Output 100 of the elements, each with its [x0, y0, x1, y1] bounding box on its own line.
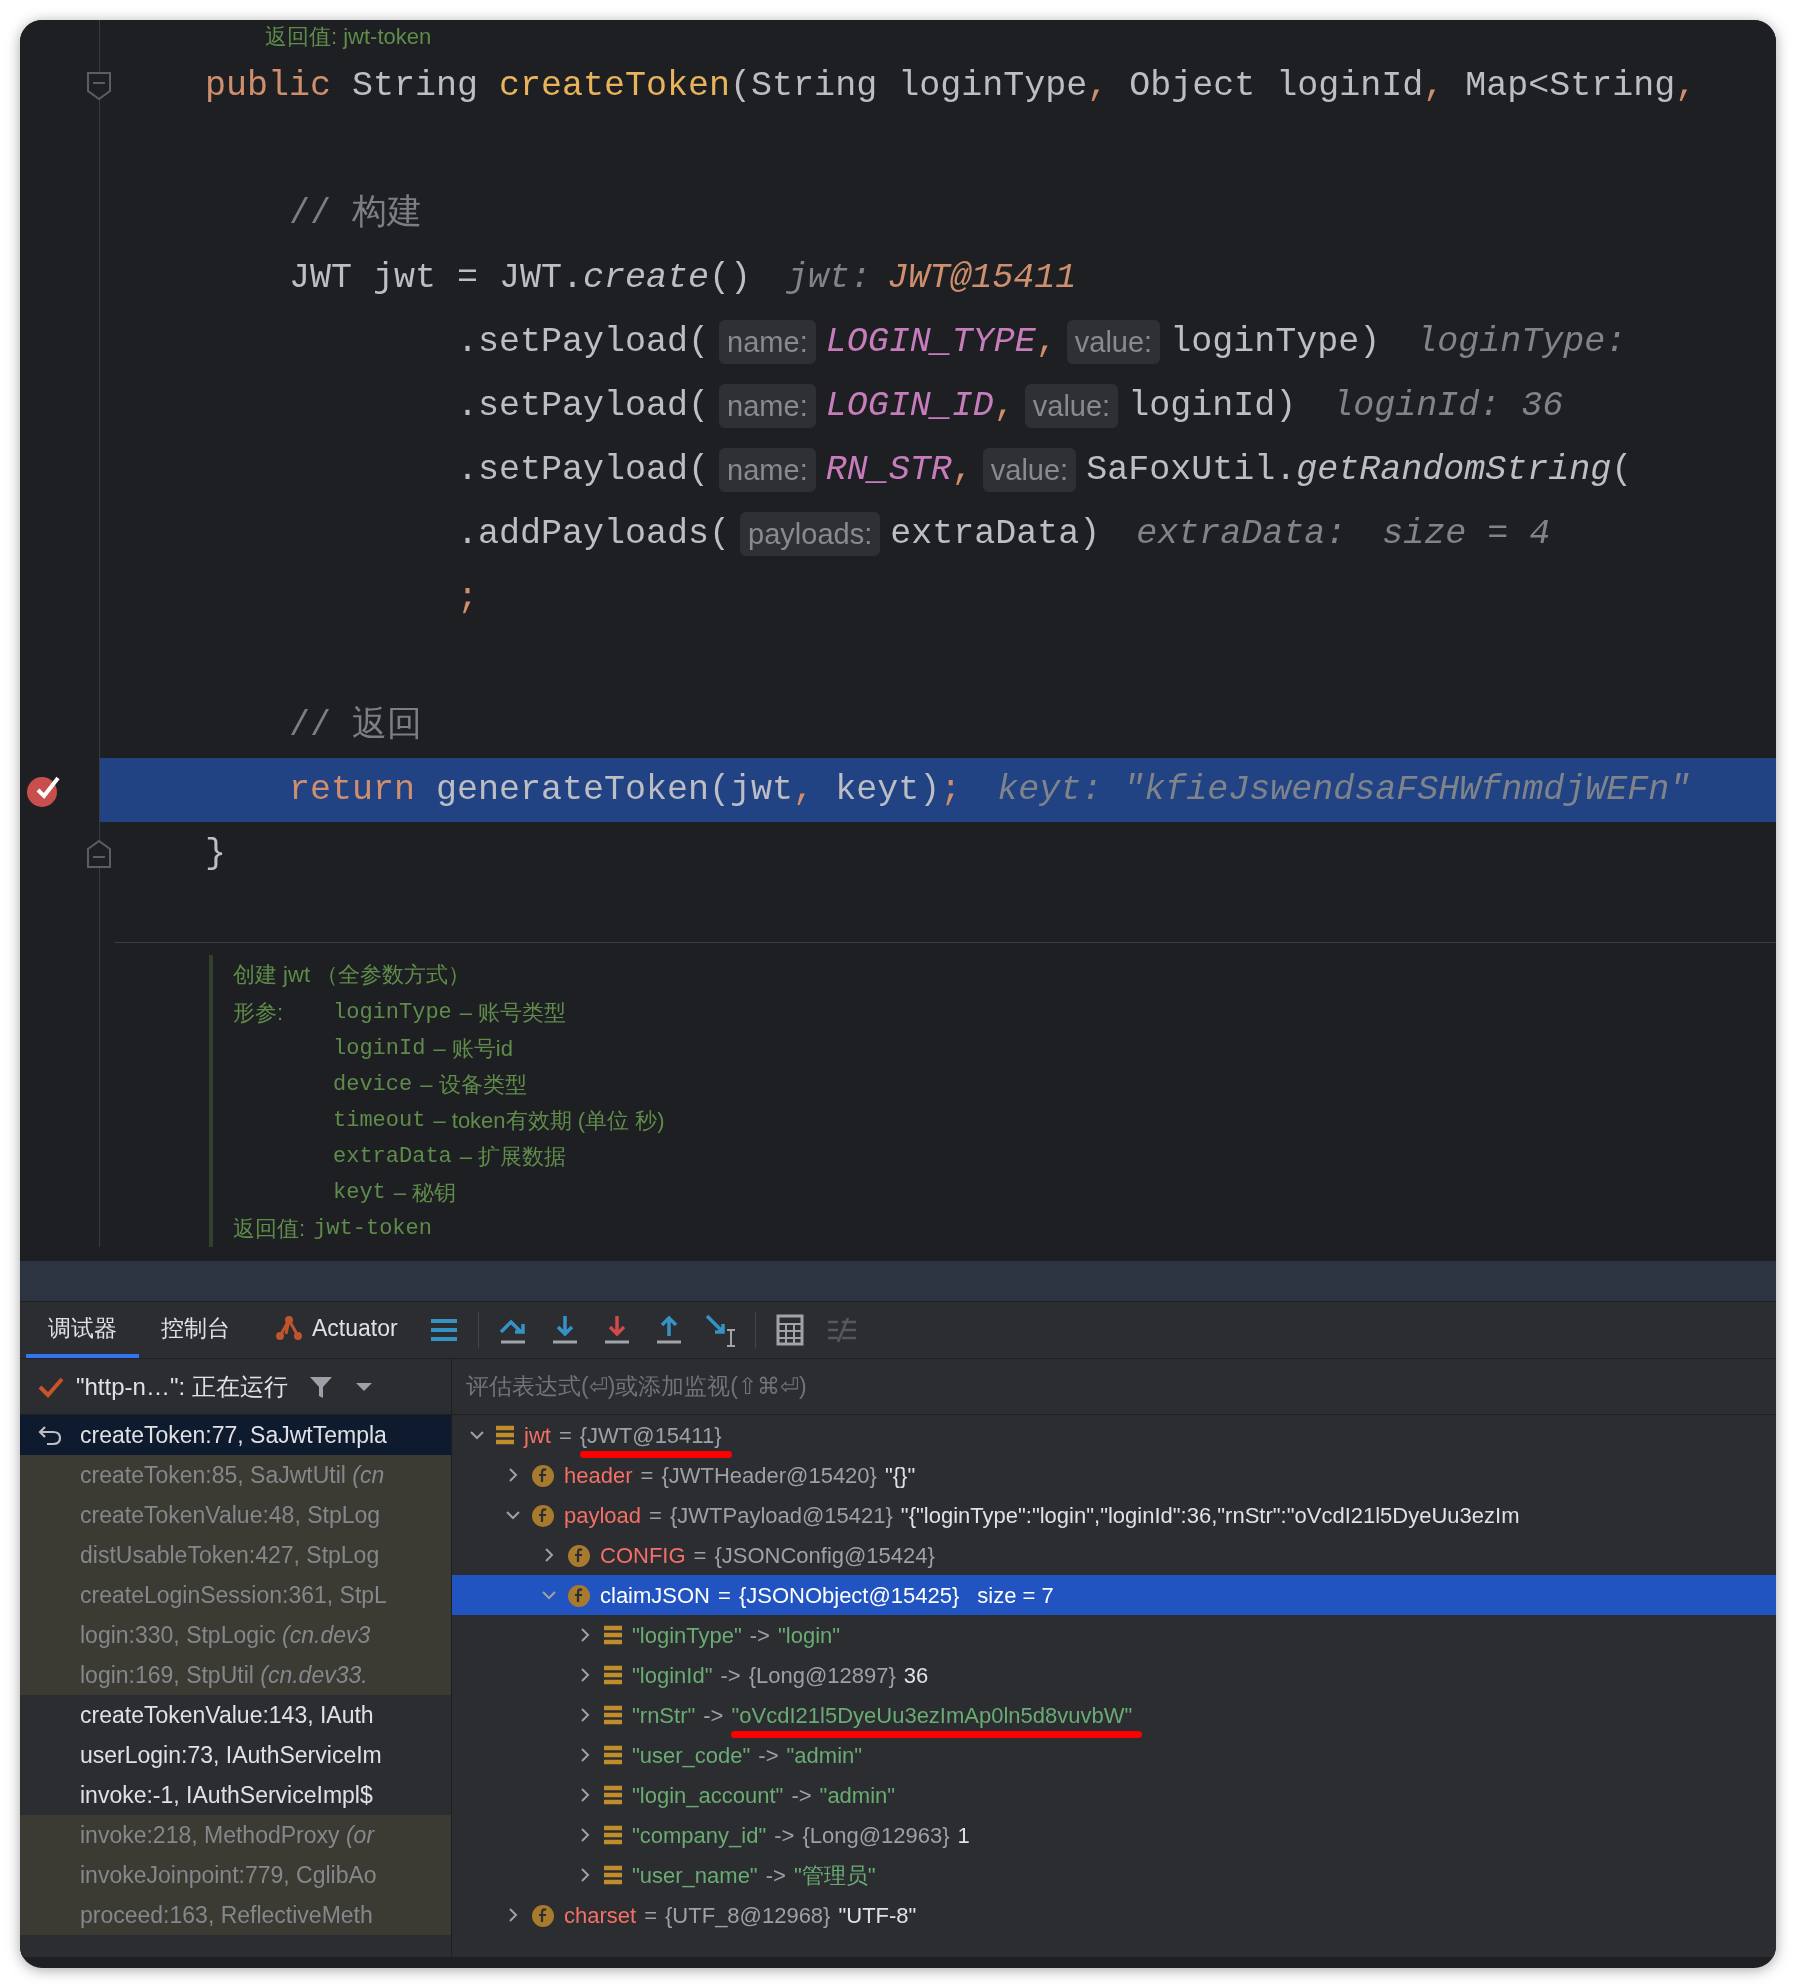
code-text: .setPayload(: [456, 448, 710, 492]
code-text: LOGIN_TYPE: [825, 320, 1036, 364]
parameter-hint: name:: [719, 384, 816, 428]
code-text: getRandomString: [1296, 448, 1612, 492]
frame-text: createToken:85, SaJwtUtil (cn: [80, 1460, 385, 1490]
frame-text: login:330, StpLogic (cn.dev3: [80, 1620, 371, 1650]
frame-text: invoke:-1, IAuthServiceImpl$: [80, 1780, 373, 1810]
variable-value: "admin": [786, 1741, 863, 1770]
code-keyword: return: [288, 768, 416, 812]
variable-value: "user_name": [632, 1861, 758, 1890]
variable-value: =: [649, 1501, 662, 1530]
stack-frame[interactable]: login:169, StpUtil (cn.dev33.: [20, 1655, 451, 1695]
code-text: String: [351, 64, 480, 108]
variable-value: "oVcdI21l5DyeUu3ezImAp0ln5d8vuvbW": [731, 1698, 1133, 1732]
stack-frame[interactable]: proceed:163, ReflectiveMeth: [20, 1895, 451, 1935]
stack-frame[interactable]: createToken:77, SaJwtTempla: [20, 1415, 451, 1455]
frame-text: userLogin:73, IAuthServiceIm: [80, 1740, 382, 1770]
variable-value: ->: [791, 1781, 812, 1810]
doc-title: 创建 jwt （全参数方式）: [233, 961, 472, 989]
code-text: Map<String: [1464, 64, 1676, 108]
tree-row[interactable]: payload = {JWTPayload@15421} "{"loginType":"login","loginId":36,"rnStr":"oVcdI21l5DyeUu3ezIm: [452, 1495, 1776, 1535]
param-name: extraData: [333, 1143, 452, 1171]
code-text: ,: [1423, 64, 1445, 108]
tree-row[interactable]: "loginType" -> "login": [452, 1615, 1776, 1655]
tree-row[interactable]: "loginId" -> {Long@12897} 36: [452, 1655, 1776, 1695]
code-comment: // 构建: [288, 192, 423, 236]
code-text: ,: [993, 384, 1015, 428]
variable-value: =: [718, 1581, 731, 1610]
tree-row[interactable]: "rnStr" -> "oVcdI21l5DyeUu3ezImAp0ln5d8vuvbW": [452, 1695, 1776, 1735]
frame-text: createTokenValue:143, IAuth: [80, 1700, 374, 1730]
code-text: ,: [1087, 64, 1109, 108]
fold-icon[interactable]: [86, 839, 112, 869]
variable-value: ->: [703, 1701, 724, 1730]
actuator-icon: [274, 1314, 304, 1342]
code-text: .addPayloads(: [456, 512, 731, 556]
variable-value: "UTF-8": [838, 1901, 917, 1930]
variable-value: "rnStr": [632, 1701, 696, 1730]
tree-row[interactable]: jwt = {JWT@15411}: [452, 1415, 1776, 1455]
panel-tab[interactable]: 调试器: [26, 1302, 139, 1358]
variable-value: "user_code": [632, 1741, 751, 1770]
variable-value: 36: [903, 1661, 929, 1690]
field-icon: [566, 1542, 592, 1568]
param-description: – 账号id: [433, 1035, 513, 1063]
inline-value: size = 4: [1382, 512, 1551, 556]
panel-tab[interactable]: 控制台: [139, 1302, 252, 1358]
variable-value: "login": [778, 1621, 841, 1650]
return-arrow-icon: [37, 1424, 63, 1446]
variable-value: ->: [720, 1661, 741, 1690]
code-text: ,: [793, 768, 815, 812]
code-text: ;: [456, 576, 479, 620]
variable-name: payload: [564, 1501, 642, 1530]
tree-row[interactable]: charset = {UTF_8@12968} "UTF-8": [452, 1895, 1776, 1935]
tree-row[interactable]: "user_code" -> "admin": [452, 1735, 1776, 1775]
frame-text: login:169, StpUtil (cn.dev33.: [80, 1660, 368, 1690]
variable-value: "loginType": [632, 1621, 742, 1650]
code-keyword: public: [205, 64, 332, 108]
doc-return-text: 返回值: jwt-token: [265, 24, 432, 49]
param-description: – 扩展数据: [459, 1143, 567, 1171]
stack-frame[interactable]: createLoginSession:361, StpL: [20, 1575, 451, 1615]
fold-icon[interactable]: [86, 71, 112, 101]
variable-value: {JWTPayload@15421}: [669, 1501, 893, 1530]
code-text: create: [583, 256, 710, 300]
stack-frame[interactable]: createTokenValue:48, StpLog: [20, 1495, 451, 1535]
tree-row[interactable]: "user_name" -> "管理员": [452, 1855, 1776, 1895]
variable-value: ->: [774, 1821, 795, 1850]
code-text: extraData): [890, 512, 1101, 556]
variable-value: "login_account": [632, 1781, 784, 1810]
frame-text: createTokenValue:48, StpLog: [80, 1500, 381, 1530]
inline-value: jwt:: [787, 256, 872, 300]
frame-text: proceed:163, ReflectiveMeth: [80, 1900, 373, 1930]
stack-frame[interactable]: invoke:218, MethodProxy (or: [20, 1815, 451, 1855]
variable-name: header: [564, 1461, 633, 1490]
evaluate-expression-field[interactable]: 评估表达式(⏎)或添加监视(⇧⌘⏎): [466, 1369, 1776, 1404]
stack-frame[interactable]: invokeJoinpoint:779, CglibAo: [20, 1855, 451, 1895]
variable-value: ->: [765, 1861, 786, 1890]
code-comment: // 返回: [288, 704, 423, 748]
tree-row[interactable]: claimJSON = {JSONObject@15425} size = 7: [452, 1575, 1776, 1615]
code-text: JWT jwt = JWT.: [288, 256, 584, 300]
tree-row[interactable]: "company_id" -> {Long@12963} 1: [452, 1815, 1776, 1855]
thread-selector[interactable]: "http-n…": 正在运行: [76, 1368, 288, 1405]
tree-row[interactable]: header = {JWTHeader@15420} "{}": [452, 1455, 1776, 1495]
panel-tab[interactable]: Actuator: [252, 1302, 420, 1358]
code-text: loginId): [1128, 384, 1297, 428]
inline-value: JWT@15411: [887, 256, 1077, 300]
variable-name: jwt: [524, 1421, 551, 1450]
doc-label: 返回值:: [233, 1215, 306, 1243]
stack-frame[interactable]: createToken:85, SaJwtUtil (cn: [20, 1455, 451, 1495]
tree-row[interactable]: CONFIG = {JSONConfig@15424}: [452, 1535, 1776, 1575]
param-description: – token有效期 (单位 秒): [433, 1107, 665, 1135]
map-entry-icon: [602, 1744, 624, 1766]
inline-value: extraData:: [1136, 512, 1347, 556]
inline-value: loginType:: [1416, 320, 1627, 364]
doc-label: 形参:: [233, 999, 285, 1027]
parameter-hint: value:: [1066, 320, 1161, 364]
stack-frame[interactable]: login:330, StpLogic (cn.dev3: [20, 1615, 451, 1655]
map-entry-icon: [602, 1864, 624, 1886]
check-icon: [38, 1375, 64, 1398]
stack-frame[interactable]: distUsableToken:427, StpLog: [20, 1535, 451, 1575]
tree-row[interactable]: "login_account" -> "admin": [452, 1775, 1776, 1815]
variable-icon: [494, 1424, 516, 1446]
